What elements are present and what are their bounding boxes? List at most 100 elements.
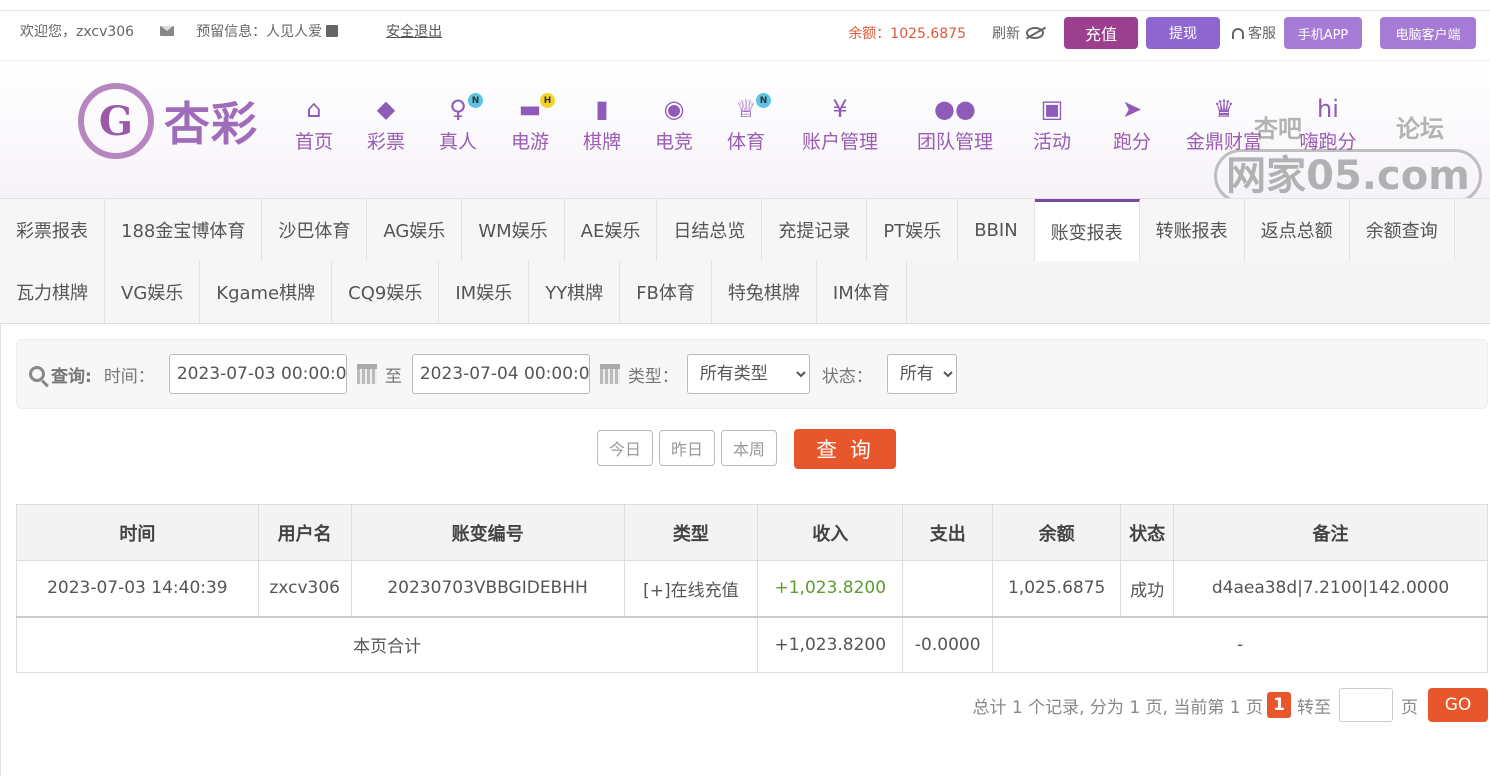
tab-tabs_row1-0[interactable]: 彩票报表 — [0, 199, 105, 261]
tab-tabs_row2-0[interactable]: 瓦力棋牌 — [0, 261, 105, 323]
esports-icon: ◉ — [663, 95, 685, 123]
nav-label: 跑分 — [1112, 131, 1151, 153]
tab-tabs_row1-13[interactable]: 余额查询 — [1349, 199, 1455, 261]
home-icon: ⌂ — [306, 95, 322, 123]
recharge-button[interactable]: 充值 — [1064, 17, 1138, 49]
pc-client-button[interactable]: 电脑客户端 — [1380, 17, 1476, 49]
nav-badge: N — [756, 93, 771, 108]
nav-label: 体育 — [726, 131, 765, 153]
nav-item-4[interactable]: ▮ 棋牌 — [566, 91, 638, 154]
table-cell: 成功 — [1120, 560, 1175, 617]
report-tabs: 彩票报表 188金宝博体育 沙巴体育 AG娱乐 WM娱乐 AE娱乐 日结总览 充提记录 PT娱乐… — [0, 198, 1490, 324]
table-cell — [902, 560, 994, 617]
top-bar: 欢迎您，zxcv306 预留信息：人见人爱 安全退出 余额：1025.6875 … — [0, 10, 1490, 54]
nav-label: 金鼎财富 — [1185, 131, 1262, 153]
tab-tabs_row2-5[interactable]: YY棋牌 — [529, 261, 621, 323]
nav-label: 真人 — [438, 131, 477, 153]
brand-logo[interactable]: G 杏彩 — [78, 83, 258, 159]
tab-tabs_row2-3[interactable]: CQ9娱乐 — [332, 261, 440, 323]
nav-label: 棋牌 — [582, 131, 621, 153]
column-header: 收入 — [757, 504, 904, 561]
nav-item-3[interactable]: ▬ H 电游 — [494, 91, 566, 154]
nav-item-10[interactable]: ➤ 跑分 — [1092, 91, 1172, 154]
table-cell: zxcv306 — [257, 560, 352, 617]
tab-tabs_row1-11[interactable]: 转账报表 — [1139, 199, 1245, 261]
tab-tabs_row1-9[interactable]: BBIN — [958, 199, 1035, 261]
tab-tabs_row1-5[interactable]: AE娱乐 — [564, 199, 658, 261]
nav-item-8[interactable]: ●● 团队管理 — [898, 91, 1012, 154]
table-cell: [+]在线充值 — [623, 560, 759, 617]
tab-tabs_row1-4[interactable]: WM娱乐 — [462, 199, 565, 261]
mobile-app-button[interactable]: 手机APP — [1284, 17, 1362, 49]
start-time-input[interactable] — [168, 354, 347, 394]
customer-service-link[interactable]: 客服 — [1232, 23, 1276, 43]
main-nav: ⌂ 首页 ◆ 彩票 ♀ N 真人 ▬ H 电游 ▮ 棋牌 ◉ 电竞 ♕ N 体育 ¥ 账户管理 ●● 团队管理 ▣ 活动 ➤ 跑… — [278, 91, 1380, 154]
gift-icon: ▣ — [1040, 95, 1064, 123]
trophy-icon: ♕ — [735, 95, 757, 123]
status-select[interactable]: 所有 — [886, 354, 957, 394]
yesterday-button[interactable]: 昨日 — [659, 430, 715, 466]
nav-item-2[interactable]: ♀ N 真人 — [422, 91, 494, 154]
tab-tabs_row2-4[interactable]: IM娱乐 — [439, 261, 530, 323]
calendar-icon[interactable] — [356, 364, 377, 384]
watermark-text-right: 论坛 — [1396, 115, 1444, 143]
summary-income: +1,023.8200 — [757, 615, 904, 673]
goto-page-input[interactable] — [1339, 688, 1393, 722]
edit-icon[interactable] — [326, 25, 339, 37]
tab-tabs_row1-6[interactable]: 日结总览 — [657, 199, 763, 261]
to-label: 至 — [384, 366, 402, 387]
type-select[interactable]: 所有类型 — [686, 354, 810, 394]
tab-row-1: 彩票报表 188金宝博体育 沙巴体育 AG娱乐 WM娱乐 AE娱乐 日结总览 充提记录 PT娱乐… — [0, 199, 1490, 261]
nav-item-6[interactable]: ♕ N 体育 — [710, 91, 782, 154]
tab-tabs_row2-2[interactable]: Kgame棋牌 — [200, 261, 333, 323]
refresh-link[interactable]: 刷新 — [992, 23, 1020, 43]
column-header: 状态 — [1120, 504, 1175, 561]
tab-tabs_row1-7[interactable]: 充提记录 — [762, 199, 868, 261]
logo-mark-icon: G — [78, 83, 154, 159]
tab-tabs_row2-7[interactable]: 特兔棋牌 — [711, 261, 817, 323]
wealth-icon: ♛ — [1213, 95, 1235, 123]
tab-tabs_row2-6[interactable]: FB体育 — [620, 261, 712, 323]
nav-item-7[interactable]: ¥ 账户管理 — [782, 91, 898, 154]
table-body: 2023-07-03 14:40:39 zxcv306 20230703VBBGID… — [15, 560, 1488, 673]
pagination: 总计 1 个记录, 分为 1 页, 当前第 1 页 1 转至 页 GO — [972, 688, 1488, 722]
go-button[interactable]: GO — [1428, 688, 1488, 722]
nav-item-5[interactable]: ◉ 电竞 — [638, 91, 710, 154]
nav-item-11[interactable]: ♛ 金鼎财富 — [1172, 91, 1276, 154]
today-button[interactable]: 今日 — [597, 430, 653, 466]
tab-tabs_row1-2[interactable]: 沙巴体育 — [262, 199, 368, 261]
nav-label: 账户管理 — [801, 131, 878, 153]
tab-tabs_row2-8[interactable]: IM体育 — [816, 261, 907, 323]
time-label: 时间： — [103, 366, 155, 387]
tab-tabs_row1-12[interactable]: 返点总额 — [1244, 199, 1350, 261]
current-page-button[interactable]: 1 — [1267, 692, 1291, 718]
nav-item-0[interactable]: ⌂ 首页 — [278, 91, 350, 154]
nav-label: 嗨跑分 — [1299, 131, 1357, 153]
mail-icon[interactable] — [160, 26, 175, 36]
nav-label: 电竞 — [654, 131, 693, 153]
nav-label: 首页 — [294, 131, 333, 153]
table-header-row: 时间 用户名 账变编号 类型 收入 支出 余额 状态 备注 — [16, 504, 1488, 561]
withdraw-button[interactable]: 提现 — [1146, 17, 1220, 49]
table-cell: 20230703VBBGIDEBHH — [350, 560, 625, 617]
calendar-icon[interactable] — [599, 364, 620, 384]
balance-text: 余额：1025.6875 — [848, 26, 966, 42]
tab-tabs_row1-10[interactable]: 账变报表 — [1034, 199, 1140, 261]
end-time-input[interactable] — [411, 354, 590, 394]
logout-link[interactable]: 安全退出 — [386, 21, 442, 41]
account-icon: ¥ — [832, 95, 848, 123]
nav-item-9[interactable]: ▣ 活动 — [1012, 91, 1092, 154]
nav-item-1[interactable]: ◆ 彩票 — [350, 91, 422, 154]
nav-item-12[interactable]: hi 嗨跑分 — [1276, 91, 1380, 154]
tab-tabs_row2-1[interactable]: VG娱乐 — [105, 261, 201, 323]
watermark-pill: 网家05.com — [1214, 149, 1482, 203]
query-button[interactable]: 查 询 — [794, 429, 896, 469]
pagination-summary: 总计 1 个记录, 分为 1 页, 当前第 1 页 — [972, 697, 1264, 718]
tab-tabs_row1-1[interactable]: 188金宝博体育 — [105, 199, 263, 261]
this-week-button[interactable]: 本周 — [721, 430, 777, 466]
tab-tabs_row1-8[interactable]: PT娱乐 — [867, 199, 959, 261]
team-icon: ●● — [934, 95, 976, 123]
hide-balance-icon[interactable] — [1026, 27, 1044, 39]
tab-tabs_row1-3[interactable]: AG娱乐 — [367, 199, 463, 261]
column-header: 类型 — [623, 504, 759, 561]
